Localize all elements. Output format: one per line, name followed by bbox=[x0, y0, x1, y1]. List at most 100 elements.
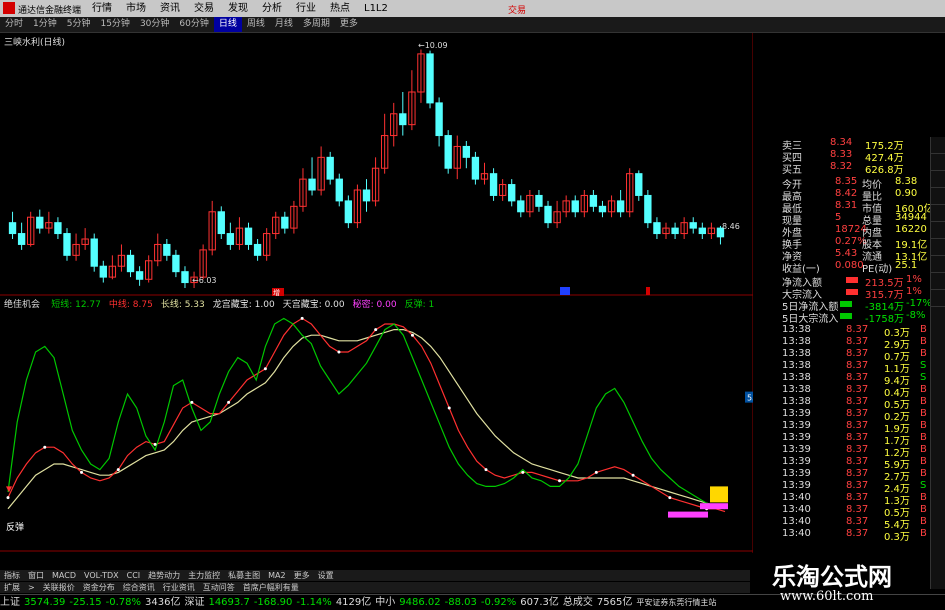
stat-label: PE(动) bbox=[862, 264, 893, 275]
indicator-tab[interactable]: 私募主图 bbox=[224, 570, 264, 581]
sidebar-tab[interactable] bbox=[931, 154, 945, 171]
indicator-tab[interactable]: MA2 bbox=[264, 570, 289, 581]
info-tab[interactable]: > bbox=[24, 582, 39, 593]
period-tab[interactable]: 日线 bbox=[213, 17, 242, 32]
tick-side: B bbox=[920, 348, 927, 359]
candle-body bbox=[344, 200, 353, 224]
menu-item[interactable]: L1L2 bbox=[364, 0, 388, 17]
index-name[interactable]: 上证 bbox=[0, 595, 20, 610]
tick-row: 13:38 8.37 0.5万 B bbox=[780, 396, 930, 411]
period-tab[interactable]: 5分钟 bbox=[62, 17, 96, 32]
menu-item[interactable]: 发现 bbox=[228, 0, 248, 17]
mid-line-dot bbox=[227, 400, 231, 404]
index-change: -88.03 bbox=[444, 597, 477, 608]
indicator-tab[interactable]: 窗口 bbox=[24, 570, 48, 581]
index-pct: -0.78% bbox=[105, 597, 141, 608]
period-tab[interactable]: 更多 bbox=[335, 17, 363, 32]
sidebar-tab[interactable] bbox=[931, 273, 945, 290]
tick-price: 8.37 bbox=[846, 480, 869, 491]
sidebar-tab[interactable] bbox=[931, 205, 945, 222]
indicator-tab[interactable]: 主力监控 bbox=[184, 570, 224, 581]
indicator-tab[interactable]: 设置 bbox=[314, 570, 338, 581]
sidebar-tab[interactable] bbox=[931, 290, 945, 307]
candle-body bbox=[535, 194, 543, 207]
menu-item[interactable]: 分析 bbox=[262, 0, 282, 17]
candle-body bbox=[226, 233, 235, 245]
info-tab[interactable]: 扩展 bbox=[0, 582, 24, 593]
indicator-header: 绝佳机会 短线: 12.77 中线: 8.75 长线: 5.33 龙宫藏宝: 1.00… bbox=[4, 297, 434, 310]
tick-side: B bbox=[920, 432, 927, 443]
period-tab[interactable]: 分时 bbox=[0, 17, 28, 32]
tick-row: 13:39 8.37 5.9万 B bbox=[780, 456, 930, 471]
sidebar-tab[interactable] bbox=[931, 239, 945, 256]
menu-item[interactable]: 交易 bbox=[194, 0, 214, 17]
indicator-tab[interactable]: VOL-TDX bbox=[80, 570, 123, 581]
indicator-tab[interactable]: 趋势动力 bbox=[144, 570, 184, 581]
index-name[interactable]: 中小 bbox=[375, 595, 395, 610]
period-tab[interactable]: 30分钟 bbox=[135, 17, 174, 32]
period-tab[interactable]: 多周期 bbox=[298, 17, 335, 32]
tick-time: 13:40 bbox=[782, 516, 811, 527]
sidebar-tab[interactable] bbox=[931, 137, 945, 154]
period-tab[interactable]: 月线 bbox=[270, 17, 298, 32]
info-tab-bar: 扩展 > 关联报价 资金分布 综合资讯 行业资讯 互动问答 首席户幅利有量 bbox=[0, 582, 750, 593]
total-value: 7565亿 bbox=[596, 597, 633, 608]
indicator-tab[interactable]: 指标 bbox=[0, 570, 24, 581]
info-tab[interactable]: 互动问答 bbox=[199, 582, 239, 593]
period-tab[interactable]: 15分钟 bbox=[95, 17, 134, 32]
secret-bar bbox=[668, 511, 708, 518]
tick-side: S bbox=[920, 480, 927, 491]
candle-body bbox=[698, 227, 706, 235]
flow-row: 5日净流入额 -3814万 -17% bbox=[780, 298, 932, 313]
period-tab[interactable]: 60分钟 bbox=[174, 17, 213, 32]
period-tab[interactable]: 周线 bbox=[242, 17, 270, 32]
sidebar-tab[interactable] bbox=[931, 188, 945, 205]
indicator-tab[interactable]: MACD bbox=[48, 570, 80, 581]
menu-item[interactable]: 热点 bbox=[330, 0, 350, 17]
current-price-label: 8.46 bbox=[722, 222, 740, 231]
stats-row: 外盘 18724 内盘 16220 bbox=[780, 224, 930, 239]
info-tab[interactable]: 行业资讯 bbox=[159, 582, 199, 593]
menu-item[interactable]: 行情 bbox=[92, 0, 112, 17]
info-tab[interactable]: 资金分布 bbox=[79, 582, 119, 593]
info-tab[interactable]: 关联报价 bbox=[39, 582, 79, 593]
candle-body bbox=[689, 222, 697, 229]
candle-body bbox=[435, 102, 443, 137]
period-tab[interactable]: 1分钟 bbox=[28, 17, 62, 32]
sidebar-tab[interactable] bbox=[931, 222, 945, 239]
candle-body bbox=[426, 53, 434, 104]
flow-pct: 1% bbox=[906, 274, 922, 285]
chart-area[interactable]: ←10.09←6.038.469.209.008.808.608.408.20增… bbox=[0, 33, 753, 553]
flow-bar bbox=[840, 301, 852, 307]
menu-item[interactable]: 资讯 bbox=[160, 0, 180, 17]
right-sidebar bbox=[930, 137, 945, 589]
sidebar-tab[interactable] bbox=[931, 256, 945, 273]
candle-body bbox=[308, 178, 316, 191]
trade-button[interactable]: 交易 bbox=[508, 3, 526, 16]
index-name[interactable]: 深证 bbox=[184, 595, 204, 610]
indicator-value: 短线: 12.77 bbox=[51, 300, 101, 310]
menu-item[interactable]: 市场 bbox=[126, 0, 146, 17]
stat-value: 0.90 bbox=[895, 188, 918, 199]
tick-row: 13:38 8.37 1.1万 S bbox=[780, 360, 930, 375]
indicator-value: 秘密: 0.00 bbox=[352, 300, 397, 310]
period-toolbar: 分时 1分钟 5分钟 15分钟 30分钟 60分钟 日线 周线 月线 多周期 更多 bbox=[0, 17, 945, 33]
candle-body bbox=[326, 156, 334, 180]
tick-price: 8.37 bbox=[846, 468, 869, 479]
candle-body bbox=[544, 205, 552, 224]
stats-row: 换手 0.27% 股本 19.1亿 bbox=[780, 236, 930, 251]
menu-item[interactable]: 行业 bbox=[296, 0, 316, 17]
tick-side: B bbox=[920, 336, 927, 347]
blue-marker bbox=[560, 287, 570, 295]
candle-body bbox=[36, 216, 44, 229]
main-menu: 行情 市场 资讯 交易 发现 分析 行业 热点 L1L2 bbox=[92, 0, 402, 17]
index-pct: -0.92% bbox=[480, 597, 517, 608]
candle-body bbox=[172, 254, 180, 273]
candle-body bbox=[616, 200, 625, 213]
info-tab[interactable]: 首席户幅利有量 bbox=[239, 582, 303, 593]
indicator-tab[interactable]: 更多 bbox=[290, 570, 314, 581]
info-tab[interactable]: 综合资讯 bbox=[119, 582, 159, 593]
indicator-tab[interactable]: CCI bbox=[123, 570, 145, 581]
mid-line-dot bbox=[190, 400, 194, 404]
sidebar-tab[interactable] bbox=[931, 171, 945, 188]
